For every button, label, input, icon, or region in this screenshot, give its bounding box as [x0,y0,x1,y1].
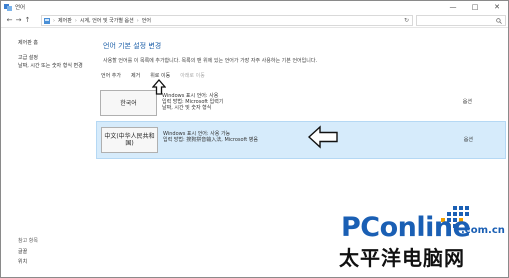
watermark-domain: .com.cn [461,225,505,236]
watermark-cn-name: 太平洋电脑网 [339,246,465,270]
move-down-button[interactable]: 아래로 이동 [180,72,205,79]
page-description: 사용할 언어를 이 목록에 추가합니다. 목록의 맨 위에 있는 언어가 가장 … [103,58,318,64]
page-title: 언어 기본 설정 변경 [103,42,162,50]
breadcrumb-separator: › [136,17,139,24]
language-window: 언어 — □ ✕ ← → ↑ › 제어판 › 시계, 언어 및 국가별 옵션 ›… [0,0,509,278]
maximize-button[interactable]: □ [464,1,486,13]
see-also-heading: 참고 항목 [18,238,38,244]
add-language-button[interactable]: 언어 추가 [101,72,121,79]
language-details: Windows 표시 언어: 사용 입력 방법: Microsoft 입력기 날… [162,93,223,111]
title-bar: 언어 — □ ✕ [1,1,508,13]
close-button[interactable]: ✕ [486,1,508,13]
pconline-watermark: PConline .com.cn 太平洋电脑网 [339,204,508,276]
left-arrow-annotation-icon [308,125,338,149]
language-toolbar: 언어 추가 제거 위로 이동 아래로 이동 [101,72,215,79]
input-method: 입력 방법: 搜狗拼音输入法, Microsoft 병음 [163,137,258,143]
sidebar-item-datetime[interactable]: 날짜, 시간 또는 숫자 형식 변경 [18,63,88,70]
remove-language-button[interactable]: 제거 [131,72,140,79]
move-up-button[interactable]: 위로 이동 [150,72,170,79]
address-field[interactable]: › 제어판 › 시계, 언어 및 국가별 옵션 › 언어 ↻ [41,15,413,26]
options-link[interactable]: 옵션 [463,98,472,105]
breadcrumb-separator: › [74,17,77,24]
control-panel-icon [44,17,50,24]
window-controls: — □ ✕ [442,1,508,13]
breadcrumb-clock-language[interactable]: 시계, 언어 및 국가별 옵션 [80,17,134,24]
fonts-link[interactable]: 글꼴 [18,248,27,255]
language-row-chinese[interactable]: 中文(中华人民共和国) Windows 표시 언어: 사용 가능 입력 방법: … [96,121,506,159]
minimize-button[interactable]: — [442,1,464,13]
sidebar-item-home[interactable]: 제어판 홈 [18,40,88,47]
options-link[interactable]: 옵션 [464,136,473,143]
location-link[interactable]: 위치 [18,258,27,265]
left-pane: 제어판 홈 고급 설정 날짜, 시간 또는 숫자 형식 변경 [1,28,91,277]
up-arrow-annotation-icon [152,79,166,95]
search-input[interactable] [416,15,506,26]
breadcrumb-language[interactable]: 언어 [142,17,151,24]
watermark-brand: PConline [341,212,471,243]
language-name: 한국어 [100,90,157,116]
window-title: 언어 [15,5,26,11]
up-button[interactable]: ↑ [23,16,32,24]
format-info: 날짜, 시간 및 숫자 형식 [162,105,212,111]
back-button[interactable]: ← [5,16,14,24]
search-icon [496,17,502,24]
sidebar-item-advanced[interactable]: 고급 설정 [18,55,88,62]
language-app-icon [4,3,12,11]
refresh-icon[interactable]: ↻ [404,17,409,24]
language-details: Windows 표시 언어: 사용 가능 입력 방법: 搜狗拼音输入法, Mic… [163,131,258,143]
breadcrumb-separator: › [53,17,55,24]
breadcrumb-control-panel[interactable]: 제어판 [58,17,72,24]
language-name: 中文(中华人民共和国) [101,127,158,153]
address-bar: ← → ↑ › 제어판 › 시계, 언어 및 국가별 옵션 › 언어 ↻ [1,13,508,28]
forward-button[interactable]: → [14,16,23,24]
